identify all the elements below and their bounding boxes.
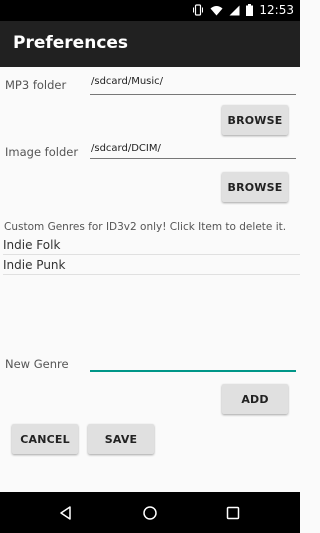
status-bar: 12:53 xyxy=(0,0,300,21)
status-icons: 12:53 xyxy=(192,3,294,18)
genres-note: Custom Genres for ID3v2 only! Click Item… xyxy=(4,221,287,233)
page-title: Preferences xyxy=(13,33,129,53)
wifi-icon xyxy=(210,1,223,20)
toolbar: Preferences xyxy=(0,21,300,67)
mp3-browse-button[interactable]: BROWSE xyxy=(222,105,288,135)
back-icon[interactable] xyxy=(55,502,77,524)
save-button[interactable]: SAVE xyxy=(88,424,154,454)
image-browse-button[interactable]: BROWSE xyxy=(222,172,288,202)
mp3-folder-field[interactable]: /sdcard/Music/ xyxy=(90,75,296,95)
navigation-bar xyxy=(0,492,300,533)
vibrate-icon xyxy=(192,1,204,20)
battery-icon xyxy=(246,1,254,20)
image-folder-label: Image folder xyxy=(5,145,79,159)
home-icon[interactable] xyxy=(139,502,161,524)
mp3-folder-label: MP3 folder xyxy=(5,78,67,92)
status-time: 12:53 xyxy=(259,3,294,17)
signal-icon xyxy=(229,1,240,20)
new-genre-input[interactable] xyxy=(90,355,296,372)
add-genre-button[interactable]: ADD xyxy=(222,384,288,414)
genre-list-item[interactable]: Indie Folk xyxy=(3,237,300,255)
genre-list-item[interactable]: Indie Punk xyxy=(3,257,300,275)
cancel-button[interactable]: CANCEL xyxy=(12,424,78,454)
recents-icon[interactable] xyxy=(222,502,244,524)
new-genre-label: New Genre xyxy=(5,357,69,371)
image-folder-field[interactable]: /sdcard/DCIM/ xyxy=(90,142,296,159)
